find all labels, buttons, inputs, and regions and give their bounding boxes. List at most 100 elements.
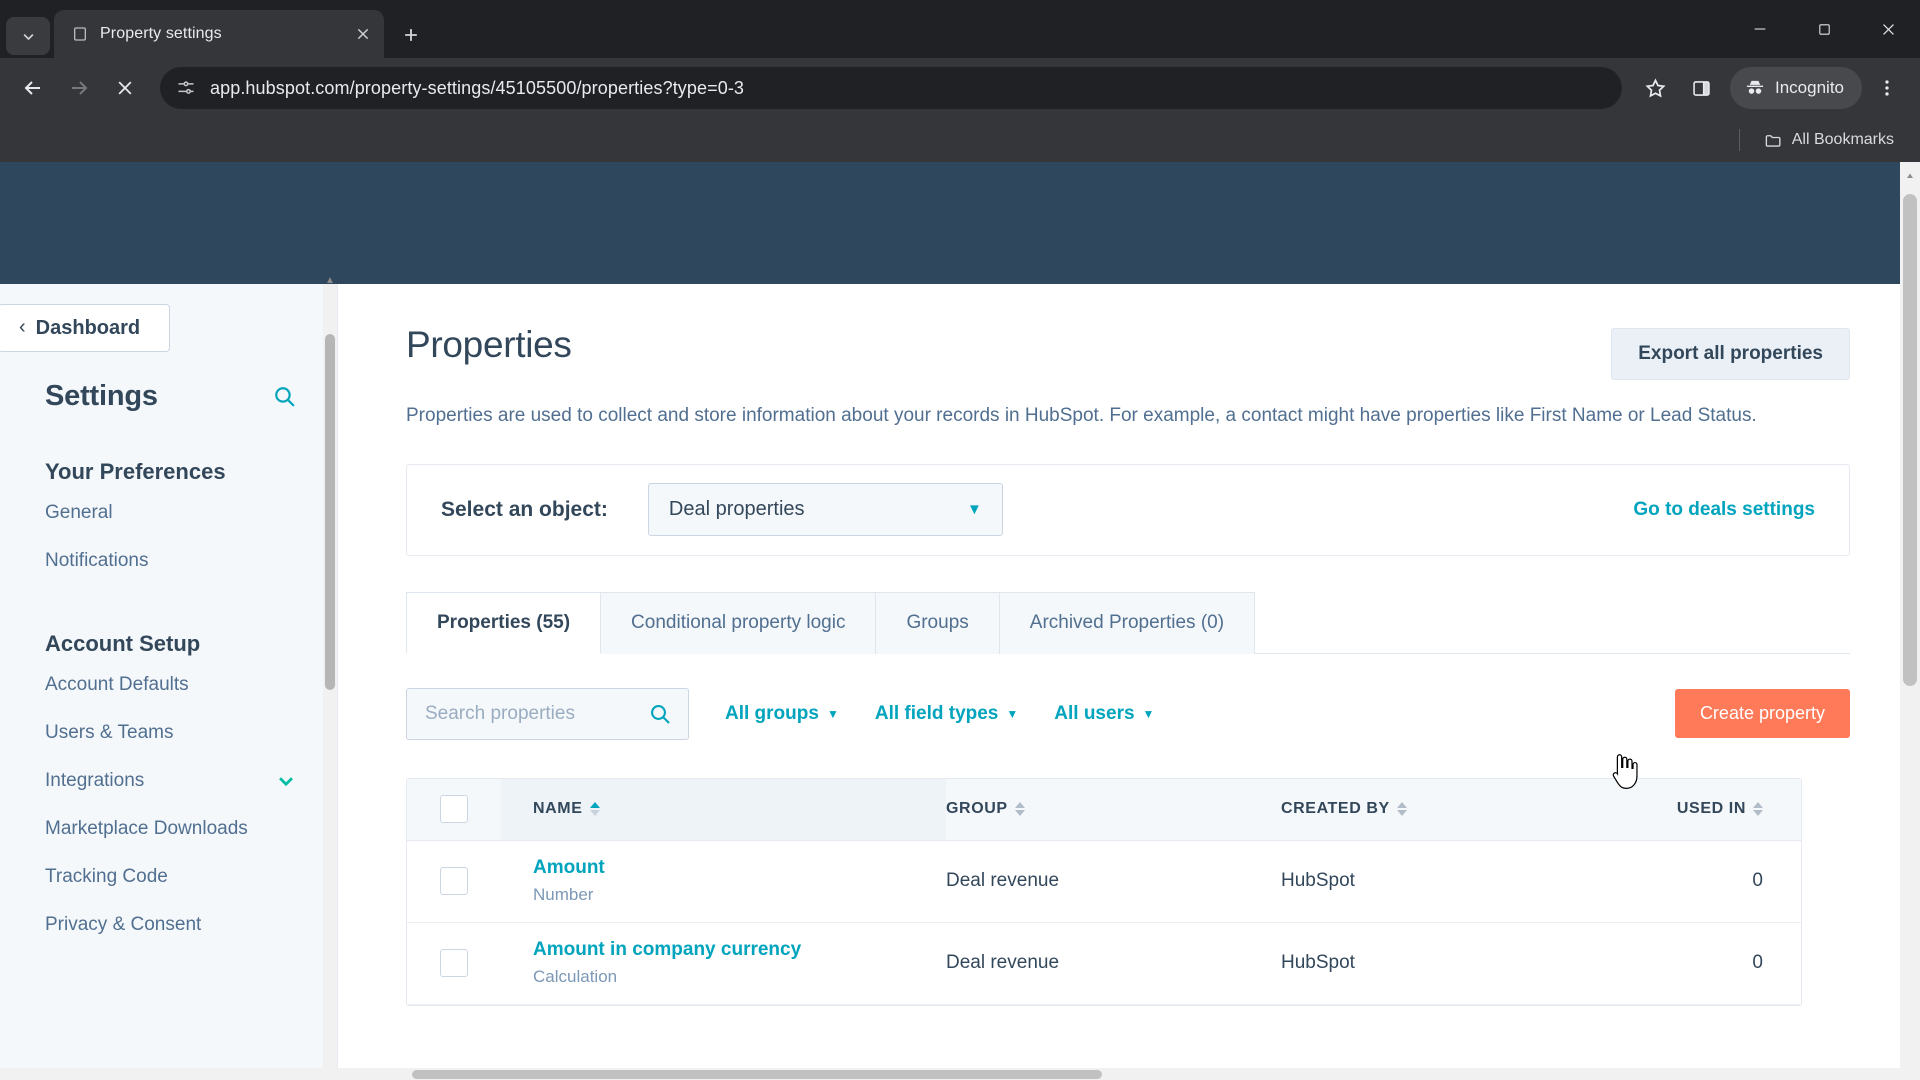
forward-button[interactable] — [58, 67, 100, 109]
window-close-button[interactable] — [1856, 0, 1920, 58]
row-select-cell — [407, 949, 501, 977]
incognito-indicator[interactable]: Incognito — [1730, 67, 1862, 109]
folder-icon — [1765, 134, 1781, 147]
back-button[interactable] — [12, 67, 54, 109]
page-title: Properties — [406, 324, 572, 365]
search-icon[interactable] — [648, 702, 672, 726]
sidebar-item-tracking-code[interactable]: Tracking Code — [0, 853, 337, 901]
tab-search-button[interactable] — [6, 17, 50, 55]
page-description: Properties are used to collect and store… — [406, 405, 1757, 426]
go-to-deals-settings-link[interactable]: Go to deals settings — [1633, 499, 1815, 521]
browser-tab[interactable]: Property settings — [54, 10, 384, 58]
browser-tab-title: Property settings — [100, 25, 222, 42]
incognito-icon — [1746, 80, 1764, 94]
row-name-cell: Amount in company currency Calculation — [501, 939, 946, 987]
horizontal-scrollbar[interactable] — [0, 1068, 1900, 1080]
browser-tabstrip: Property settings — [0, 0, 1920, 58]
tab-groups[interactable]: Groups — [876, 591, 1000, 654]
sidebar-item-label: Marketplace Downloads — [45, 818, 248, 839]
select-all-cell — [407, 795, 501, 823]
page-scrollbar[interactable] — [1900, 162, 1920, 1080]
object-selector-dropdown[interactable]: Deal properties ▼ — [647, 483, 1003, 536]
all-bookmarks-button[interactable]: All Bookmarks — [1756, 126, 1902, 155]
window-minimize-button[interactable] — [1728, 0, 1792, 58]
sidebar-item-users-teams[interactable]: Users & Teams — [0, 709, 337, 757]
sidebar-scrollbar-thumb[interactable] — [325, 334, 335, 690]
sidebar-item-label: Privacy & Consent — [45, 914, 202, 935]
column-header-group[interactable]: GROUP — [946, 800, 1281, 818]
tab-close-icon[interactable] — [350, 21, 376, 47]
chevron-down-icon — [23, 33, 33, 40]
sidebar-scrollbar[interactable]: ▲ — [323, 275, 337, 1080]
close-icon — [1882, 23, 1894, 35]
filter-all-field-types[interactable]: All field types ▼ — [875, 703, 1018, 725]
sidebar-item-integrations[interactable]: Integrations — [0, 757, 337, 805]
tab-properties[interactable]: Properties (55) — [406, 591, 602, 654]
table-row[interactable]: Amount in company currency Calculation D… — [407, 923, 1801, 1005]
select-all-checkbox[interactable] — [440, 795, 468, 823]
new-tab-button[interactable] — [394, 18, 428, 52]
row-created-by-cell: HubSpot — [1281, 952, 1355, 973]
search-icon[interactable] — [272, 384, 297, 409]
address-bar[interactable]: app.hubspot.com/property-settings/451055… — [160, 67, 1622, 109]
chrome-menu-button[interactable] — [1866, 67, 1908, 109]
sidebar-item-marketplace-downloads[interactable]: Marketplace Downloads — [0, 805, 337, 853]
sidebar-item-account-defaults[interactable]: Account Defaults — [0, 661, 337, 709]
star-icon — [1644, 77, 1666, 97]
back-to-dashboard-button[interactable]: ‹ Dashboard — [0, 304, 170, 352]
search-properties-box[interactable] — [406, 687, 689, 740]
tab-archived-properties[interactable]: Archived Properties (0) — [999, 591, 1256, 654]
sidebar-item-notifications[interactable]: Notifications — [0, 537, 337, 585]
scroll-up-arrow-icon[interactable] — [1900, 166, 1920, 186]
column-header-created-by[interactable]: CREATED BY — [1281, 800, 1651, 818]
window-controls — [1728, 0, 1920, 58]
sidebar-section-title: Your Preferences — [45, 459, 226, 484]
page-body: ‹ Dashboard Settings Your Preferences Ge… — [0, 275, 1920, 1080]
chevron-down-icon: ▼ — [826, 706, 839, 721]
filter-all-users[interactable]: All users ▼ — [1054, 703, 1154, 725]
sidebar-item-privacy-consent[interactable]: Privacy & Consent — [0, 901, 337, 949]
row-group-cell: Deal revenue — [946, 952, 1060, 973]
sort-icon — [1396, 802, 1407, 816]
row-checkbox[interactable] — [440, 949, 468, 977]
property-name-link[interactable]: Amount — [533, 857, 946, 879]
browser-window: Property settings app.hubspot.com/proper… — [0, 0, 1920, 1080]
horizontal-scrollbar-thumb[interactable] — [412, 1070, 1102, 1079]
sidebar-item-label: Notifications — [45, 550, 149, 571]
stop-loading-button[interactable] — [104, 67, 146, 109]
window-maximize-button[interactable] — [1792, 0, 1856, 58]
create-property-button[interactable]: Create property — [1674, 689, 1850, 738]
main-content: Properties Export all properties Propert… — [338, 284, 1920, 1080]
bookmark-star-button[interactable] — [1634, 67, 1676, 109]
column-header-name[interactable]: NAME — [501, 778, 946, 840]
site-settings-icon[interactable] — [176, 78, 196, 98]
minimize-icon — [1754, 28, 1766, 30]
object-selector-value: Deal properties — [668, 498, 805, 520]
property-name-link[interactable]: Amount in company currency — [533, 939, 946, 961]
sort-ascending-icon — [589, 802, 600, 816]
sidebar-item-general[interactable]: General — [0, 489, 337, 537]
column-header-name-label: NAME — [533, 800, 583, 817]
object-selector-label: Select an object: — [441, 497, 608, 521]
filter-all-groups[interactable]: All groups ▼ — [725, 703, 839, 725]
side-panel-button[interactable] — [1680, 67, 1722, 109]
settings-sidebar: ‹ Dashboard Settings Your Preferences Ge… — [0, 275, 338, 1080]
column-header-used-in[interactable]: USED IN — [1651, 800, 1801, 818]
sidebar-section-title: Account Setup — [45, 631, 201, 656]
scroll-up-arrow-icon[interactable]: ▲ — [325, 274, 335, 286]
page-scrollbar-thumb[interactable] — [1903, 194, 1917, 686]
row-used-in-cell: 0 — [1752, 870, 1763, 891]
bookmarks-bar: All Bookmarks — [0, 118, 1920, 162]
row-name-cell: Amount Number — [501, 857, 946, 905]
hubspot-top-navbar — [0, 162, 1900, 284]
table-row[interactable]: Amount Number Deal revenue HubSpot 0 — [407, 841, 1801, 923]
chevron-down-icon — [275, 770, 297, 792]
tab-conditional-property-logic[interactable]: Conditional property logic — [601, 591, 877, 654]
chevron-down-icon: ▼ — [967, 501, 982, 518]
row-created-by-cell: HubSpot — [1281, 870, 1355, 891]
export-all-properties-button[interactable]: Export all properties — [1611, 328, 1850, 380]
search-input[interactable] — [425, 702, 635, 725]
sidebar-section-preferences: Your Preferences General Notifications — [0, 459, 337, 585]
row-checkbox[interactable] — [440, 867, 468, 895]
sidebar-item-label: Users & Teams — [45, 722, 174, 743]
